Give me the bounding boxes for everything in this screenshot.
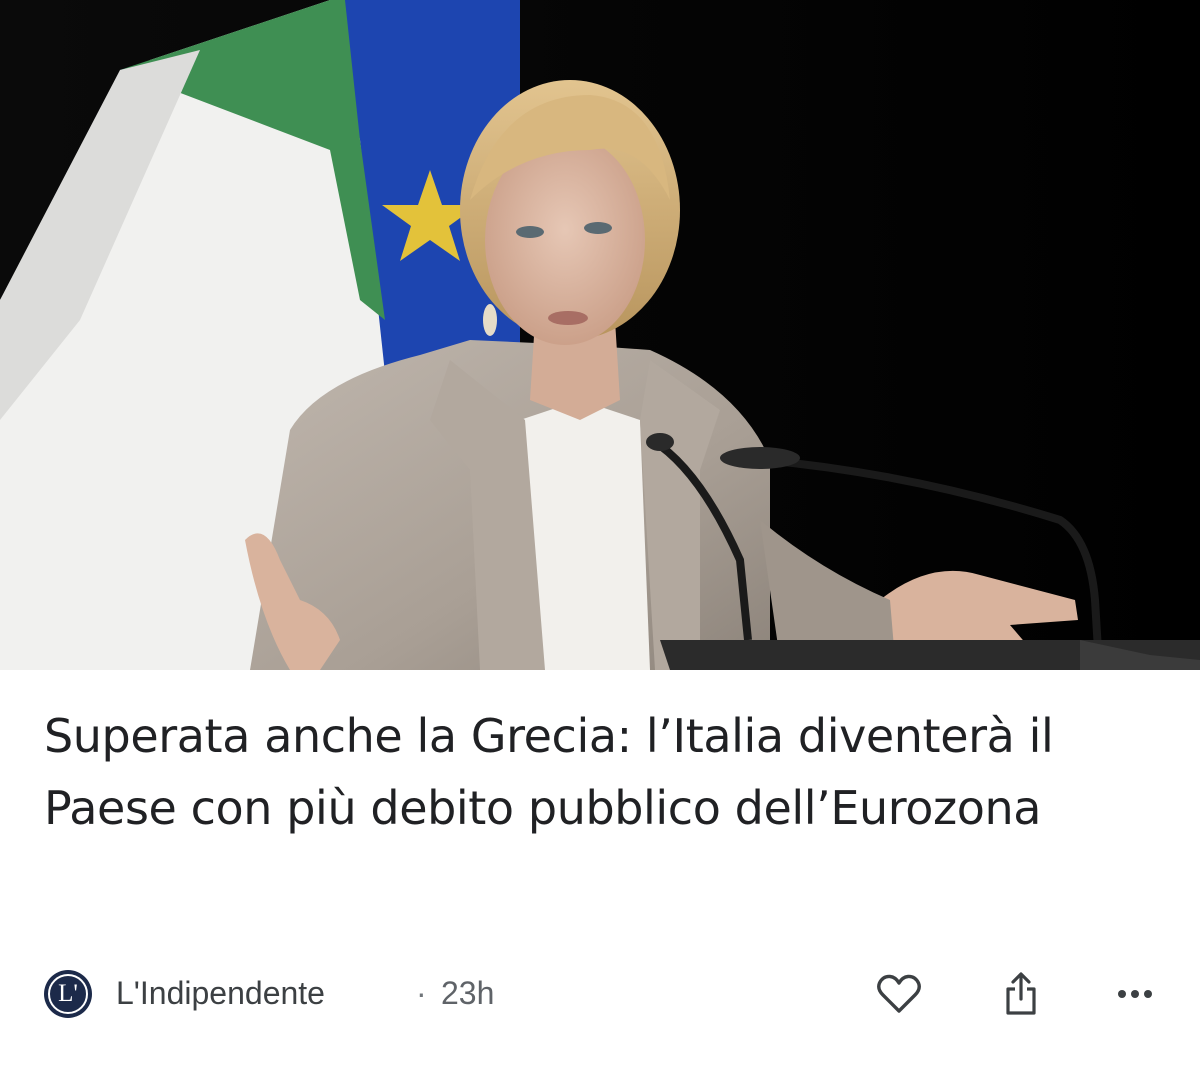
heart-outline-icon <box>877 974 921 1013</box>
source-logo-ring <box>48 974 88 1014</box>
publish-time: 23h <box>441 975 495 1011</box>
source-logo: L' <box>44 970 92 1018</box>
article-image[interactable] <box>0 0 1200 670</box>
like-button[interactable] <box>870 965 928 1023</box>
article-headline[interactable]: Superata anche la Grecia: l’Italia diven… <box>44 700 1164 844</box>
more-horizontal-icon <box>1118 990 1152 998</box>
source-name[interactable]: L'Indipendente <box>116 973 325 1013</box>
share-icon <box>1006 972 1036 1015</box>
share-button[interactable] <box>992 965 1050 1023</box>
article-photo <box>0 0 1200 670</box>
more-options-button[interactable] <box>1106 965 1164 1023</box>
source-separator: · <box>416 975 427 1011</box>
news-card[interactable]: Superata anche la Grecia: l’Italia diven… <box>0 0 1200 1080</box>
article-footer: L' L'Indipendente · 23h <box>44 965 1164 1023</box>
